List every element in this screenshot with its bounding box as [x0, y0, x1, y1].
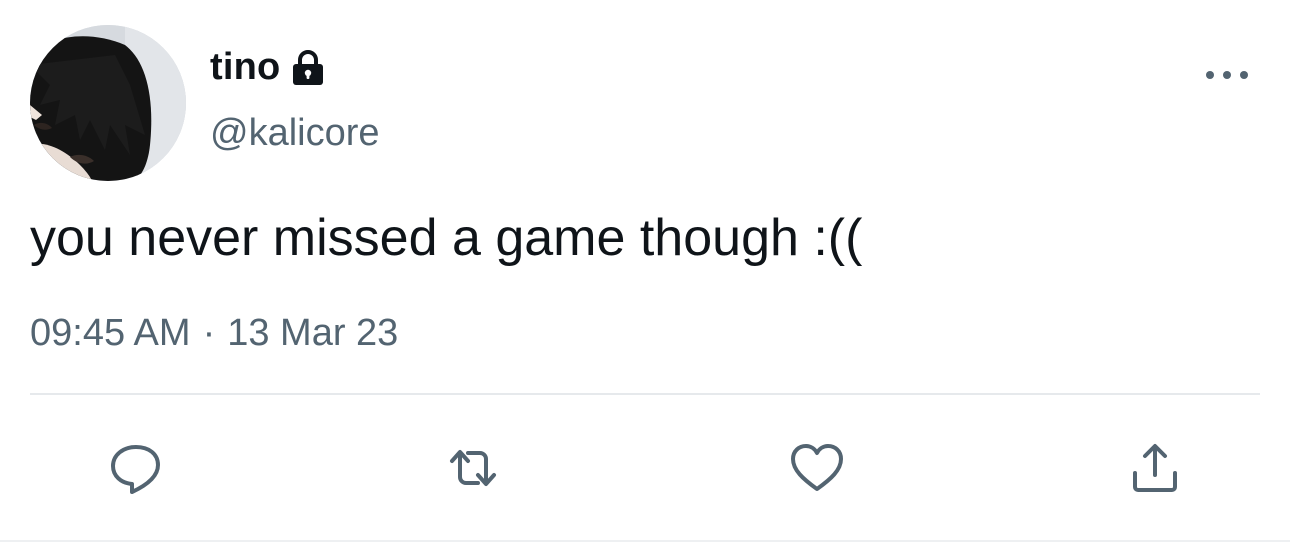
- display-name[interactable]: tino: [210, 44, 280, 90]
- share-icon: [1133, 444, 1177, 492]
- retweet-icon: [450, 450, 496, 486]
- action-bar: [0, 436, 1290, 500]
- avatar-photo: [30, 25, 186, 181]
- user-handle[interactable]: @kalicore: [210, 110, 380, 156]
- tweet-text: you never missed a game though :((: [30, 209, 863, 267]
- share-button[interactable]: [1123, 436, 1187, 500]
- tweet-time[interactable]: 09:45 AM: [30, 312, 191, 354]
- avatar[interactable]: [30, 25, 186, 181]
- like-button[interactable]: [785, 436, 849, 500]
- tweet-meta: 09:45 AM · 13 Mar 23: [30, 310, 398, 356]
- reply-button[interactable]: [104, 436, 168, 500]
- bottom-border: [0, 540, 1290, 542]
- more-horizontal-icon-dot: [1206, 71, 1214, 79]
- meta-separator: ·: [202, 312, 216, 354]
- more-horizontal-icon-dot: [1223, 71, 1231, 79]
- more-options-button[interactable]: [1206, 62, 1248, 88]
- retweet-button[interactable]: [441, 436, 505, 500]
- divider: [30, 393, 1260, 395]
- reply-icon: [111, 445, 160, 494]
- name-row: tino: [210, 44, 328, 90]
- heart-icon: [791, 444, 843, 491]
- lock-icon: [288, 48, 328, 88]
- tweet-date[interactable]: 13 Mar 23: [227, 312, 398, 354]
- tweet-card: tino @kalicore you never missed a game t…: [0, 0, 1290, 558]
- more-horizontal-icon-dot: [1240, 71, 1248, 79]
